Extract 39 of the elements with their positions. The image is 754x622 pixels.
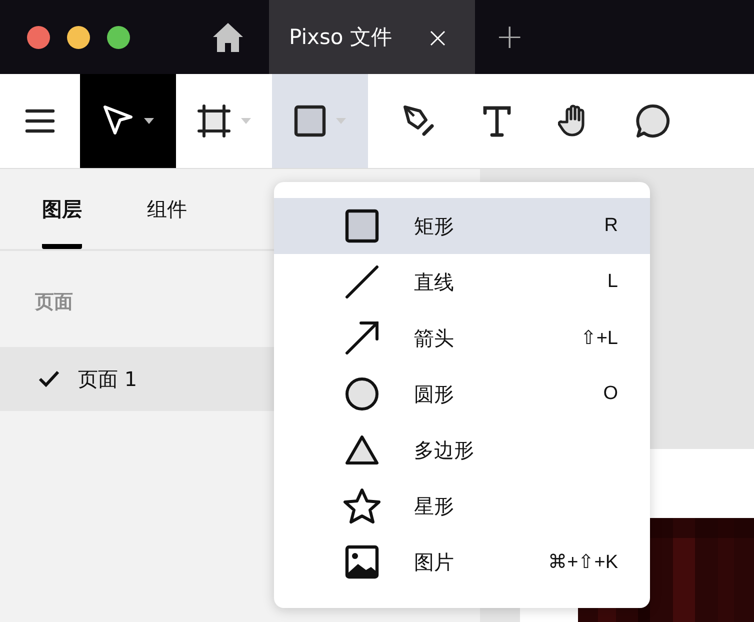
star-icon [343, 488, 381, 524]
close-tab-button[interactable]: × [426, 20, 450, 54]
caret-icon [336, 118, 346, 124]
menu-item[interactable]: 直线 L [274, 254, 650, 310]
document-tab[interactable]: Pixso 文件 × [269, 0, 476, 74]
section-title: 页面 [35, 291, 73, 313]
menu-item[interactable]: 多边形 [274, 422, 650, 478]
home-icon [212, 22, 244, 52]
caret-icon [241, 118, 251, 124]
arrow-icon [345, 321, 379, 355]
image-icon [345, 545, 379, 579]
new-tab-button[interactable]: + [475, 0, 544, 74]
move-tool-button[interactable] [80, 74, 176, 168]
menu-item[interactable]: 图片 ⌘+⇧+K [274, 534, 650, 590]
rectangle-icon [294, 105, 326, 137]
shortcut-label: O [603, 383, 618, 405]
menu-item[interactable]: 矩形 R [274, 198, 650, 254]
line-icon [345, 265, 379, 299]
shortcut-label: L [607, 271, 618, 293]
close-window-button[interactable] [27, 26, 50, 48]
pen-icon [402, 104, 436, 138]
caret-icon [144, 118, 154, 124]
shortcut-label: ⇧+L [580, 327, 618, 350]
minimize-window-button[interactable] [67, 26, 90, 48]
check-icon [38, 370, 60, 388]
text-tool-icon [482, 105, 512, 137]
zoom-window-button[interactable] [107, 26, 130, 48]
shape-tool-button[interactable] [272, 74, 368, 168]
menu-item[interactable]: 星形 [274, 478, 650, 534]
shortcut-label: ⌘+⇧+K [548, 551, 618, 574]
panel-tab[interactable]: 图层 [42, 169, 82, 249]
rectangle-icon [345, 209, 379, 243]
shortcut-label: R [604, 215, 618, 237]
triangle-icon [345, 434, 379, 466]
menu-icon [25, 108, 55, 134]
comment-icon [635, 103, 671, 139]
frame-icon [197, 104, 231, 138]
panel-tab[interactable]: 组件 [147, 169, 187, 249]
circle-icon [345, 377, 379, 411]
